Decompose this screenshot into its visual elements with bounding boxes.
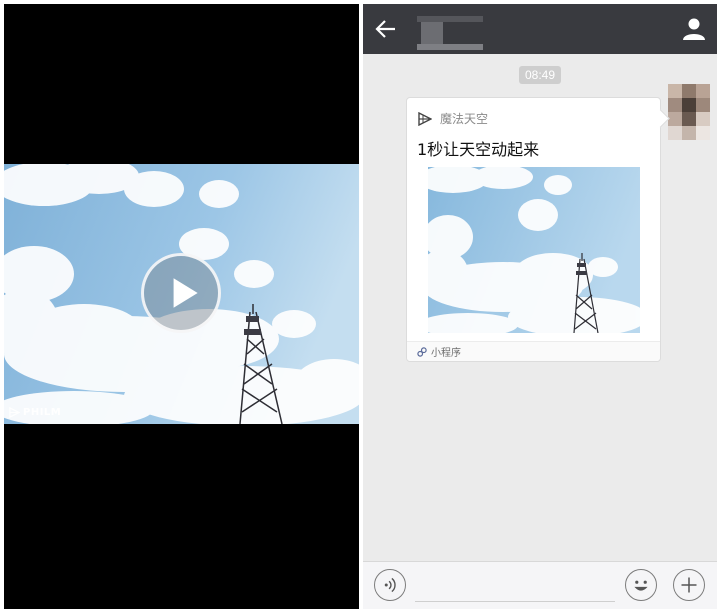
- more-button[interactable]: [673, 569, 705, 601]
- back-arrow-icon: [375, 20, 395, 38]
- miniprogram-name: 魔法天空: [440, 112, 489, 126]
- voice-icon: [384, 577, 396, 593]
- play-icon: [173, 278, 198, 308]
- profile-button[interactable]: [681, 16, 707, 42]
- back-button[interactable]: [373, 16, 399, 42]
- philm-logo-icon: [9, 407, 20, 418]
- screenshot-root: PHILM 08:49 魔法天空 1秒让天空动起来 小程序: [0, 0, 720, 613]
- voice-button[interactable]: [374, 569, 406, 601]
- mini-program-icon: [417, 346, 427, 357]
- emoji-icon: [634, 580, 648, 591]
- watermark-label: PHILM: [23, 407, 62, 418]
- card-header: 魔法天空: [418, 110, 488, 127]
- card-title: 1秒让天空动起来: [417, 140, 540, 159]
- emoji-button[interactable]: [625, 569, 657, 601]
- chat-window: 08:49 魔法天空 1秒让天空动起来 小程序: [363, 4, 717, 609]
- contact-name-redacted: [417, 16, 483, 50]
- sky-cover-thumbnail: [428, 167, 640, 333]
- plus-icon: [681, 577, 697, 593]
- video-player[interactable]: PHILM: [4, 4, 359, 609]
- chat-header: [363, 4, 717, 54]
- message-input[interactable]: [415, 570, 615, 602]
- sender-avatar[interactable]: [668, 84, 710, 146]
- video-frame[interactable]: PHILM: [4, 164, 359, 424]
- person-icon: [683, 18, 705, 40]
- input-bar: [363, 561, 717, 609]
- miniprogram-message-card[interactable]: 魔法天空 1秒让天空动起来 小程序: [406, 97, 661, 362]
- play-button[interactable]: [141, 253, 221, 333]
- card-footer: 小程序: [407, 341, 660, 361]
- philm-logo-icon: [418, 111, 432, 126]
- card-cover-image: [428, 167, 640, 333]
- philm-watermark: PHILM: [9, 407, 61, 418]
- message-timestamp: 08:49: [519, 66, 562, 84]
- miniprogram-label: 小程序: [431, 348, 461, 359]
